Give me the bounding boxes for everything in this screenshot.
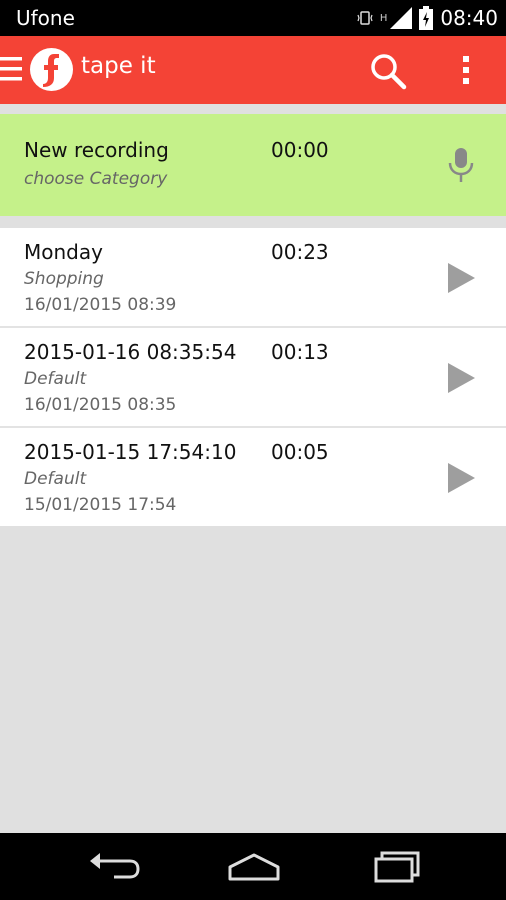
content-area: New recording 00:00 choose Category Mond… <box>0 104 506 833</box>
clock: 08:40 <box>440 6 498 30</box>
status-bar: Ufone H 08:40 <box>0 0 506 36</box>
recording-duration: 00:05 <box>271 440 329 464</box>
network-type: H <box>379 12 388 24</box>
recording-date: 15/01/2015 17:54 <box>24 495 177 515</box>
status-icons: H 08:40 <box>357 6 498 30</box>
play-icon[interactable] <box>445 361 477 395</box>
recording-duration: 00:13 <box>271 340 329 364</box>
recording-row[interactable]: 2015-01-16 08:35:54 00:13 Default 16/01/… <box>0 328 506 428</box>
battery-icon <box>419 6 434 30</box>
system-nav-bar <box>0 833 506 900</box>
recording-row[interactable]: 2015-01-15 17:54:10 00:05 Default 15/01/… <box>0 428 506 526</box>
new-recording-duration: 00:00 <box>271 138 329 162</box>
recording-title: Monday <box>24 240 103 264</box>
signal-icon <box>390 7 413 29</box>
menu-icon[interactable] <box>0 53 22 85</box>
search-icon[interactable] <box>368 51 408 91</box>
app-title: tape it <box>81 53 156 79</box>
recording-category: Default <box>24 469 87 489</box>
microphone-icon[interactable] <box>447 148 475 184</box>
overflow-menu-icon[interactable] <box>456 50 476 90</box>
carrier-name: Ufone <box>16 6 75 30</box>
recording-date: 16/01/2015 08:35 <box>24 395 177 415</box>
recording-category: Shopping <box>24 269 104 289</box>
recording-date: 16/01/2015 08:39 <box>24 295 177 315</box>
recording-row[interactable]: Monday 00:23 Shopping 16/01/2015 08:39 <box>0 228 506 328</box>
recordings-list: Monday 00:23 Shopping 16/01/2015 08:39 2… <box>0 228 506 526</box>
home-icon[interactable] <box>224 849 284 885</box>
recording-duration: 00:23 <box>271 240 329 264</box>
play-icon[interactable] <box>445 461 477 495</box>
back-icon[interactable] <box>84 849 144 885</box>
tape-it-logo[interactable] <box>30 48 73 91</box>
play-icon[interactable] <box>445 261 477 295</box>
new-recording-row[interactable]: New recording 00:00 choose Category <box>0 114 506 216</box>
choose-category-link[interactable]: choose Category <box>24 169 167 189</box>
recording-category: Default <box>24 369 87 389</box>
recording-title: 2015-01-15 17:54:10 <box>24 440 237 464</box>
vibrate-icon <box>357 11 373 25</box>
app-bar: tape it <box>0 36 506 104</box>
recent-apps-icon[interactable] <box>366 849 426 885</box>
new-recording-title: New recording <box>24 138 169 162</box>
recording-title: 2015-01-16 08:35:54 <box>24 340 237 364</box>
